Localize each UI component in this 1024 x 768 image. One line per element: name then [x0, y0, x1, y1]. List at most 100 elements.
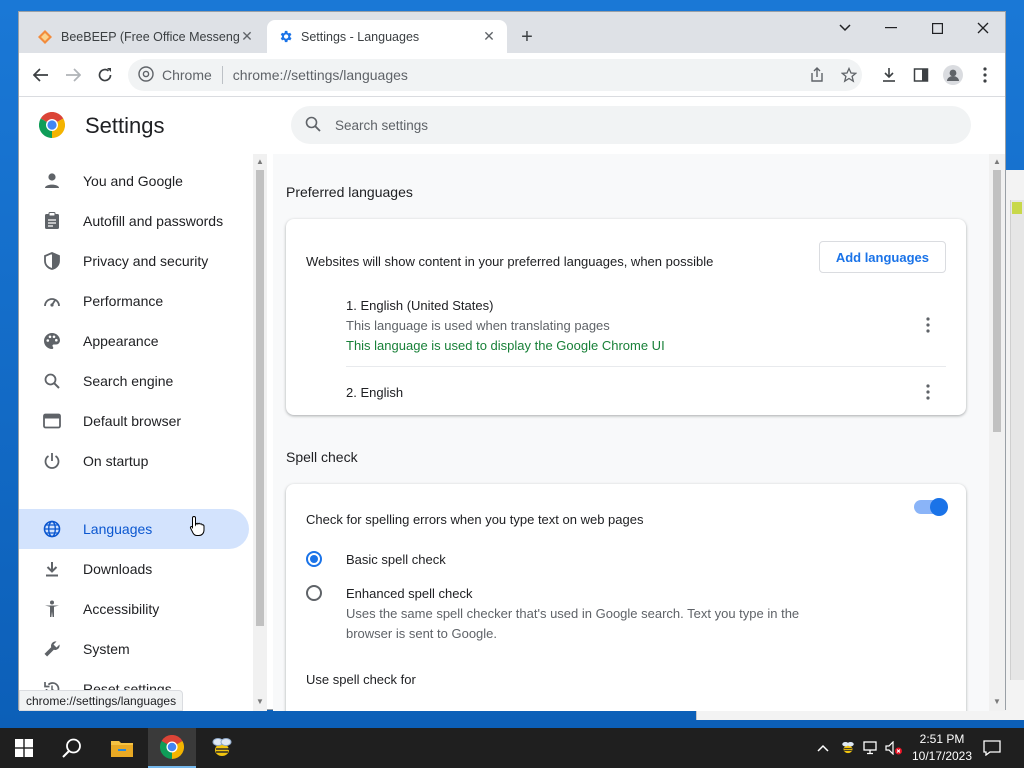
chrome-logo-icon — [38, 111, 66, 139]
sidebar-item-search-engine[interactable]: Search engine — [19, 361, 249, 401]
browser-window-icon — [41, 410, 63, 432]
speedometer-icon — [41, 290, 63, 312]
tab-title: Settings - Languages — [301, 29, 420, 44]
side-panel-icon[interactable] — [909, 63, 933, 87]
enhanced-spell-check-radio[interactable] — [306, 585, 322, 601]
bookmark-star-icon[interactable] — [837, 63, 861, 87]
share-icon[interactable] — [805, 63, 829, 87]
person-icon — [41, 170, 63, 192]
settings-search-input[interactable] — [335, 117, 935, 133]
browser-toolbar: Chrome chrome://settings/languages — [19, 53, 1005, 97]
sidebar-item-label: Accessibility — [83, 601, 160, 617]
url-text: chrome://settings/languages — [232, 67, 408, 83]
tab-beebeep[interactable]: BeeBEEP (Free Office Messenger) ✕ — [27, 20, 265, 53]
basic-spell-check-radio[interactable] — [306, 551, 322, 567]
minimize-button[interactable] — [871, 16, 911, 40]
close-window-button[interactable] — [963, 16, 1003, 40]
gear-icon — [277, 29, 293, 45]
tab-strip: BeeBEEP (Free Office Messenger) ✕ Settin… — [19, 12, 1005, 53]
toggle-knob — [930, 498, 948, 516]
sidebar-item-label: Performance — [83, 293, 164, 309]
sidebar-item-performance[interactable]: Performance — [19, 281, 249, 321]
language-divider — [346, 366, 946, 367]
windows-taskbar: 2:51 PM 10/17/2023 — [0, 728, 1024, 768]
sidebar-scroll-thumb[interactable] — [256, 170, 264, 626]
sidebar-item-autofill[interactable]: Autofill and passwords — [19, 201, 249, 241]
scroll-down-arrow-icon[interactable]: ▼ — [993, 698, 1001, 706]
link-status-bubble: chrome://settings/languages — [19, 690, 184, 711]
clock-time: 2:51 PM — [919, 732, 965, 746]
scroll-up-arrow-icon[interactable]: ▲ — [993, 158, 1001, 166]
language-ui-note: This language is used to display the Goo… — [346, 338, 665, 353]
maximize-button[interactable] — [917, 16, 957, 40]
close-tab-icon[interactable]: ✕ — [239, 28, 255, 45]
shield-icon — [41, 250, 63, 272]
section-title-spell-check: Spell check — [286, 449, 358, 465]
clock-date: 10/17/2023 — [911, 749, 973, 763]
taskbar-search-icon[interactable] — [48, 728, 96, 768]
taskbar-clock[interactable]: 2:51 PM 10/17/2023 — [900, 731, 984, 765]
back-button[interactable] — [29, 63, 53, 87]
reload-button[interactable] — [93, 63, 117, 87]
network-icon[interactable] — [861, 728, 881, 768]
beebeep-taskbar-icon[interactable] — [198, 728, 246, 768]
more-options-icon[interactable] — [918, 382, 938, 402]
notification-center-icon[interactable] — [980, 728, 1004, 768]
more-options-icon[interactable] — [918, 315, 938, 335]
sidebar-item-languages[interactable]: Languages — [19, 509, 249, 549]
beebeep-icon — [37, 29, 53, 45]
settings-sidebar: You and Google Autofill and passwords Pr… — [19, 154, 267, 711]
file-explorer-icon[interactable] — [98, 728, 146, 768]
omnibox-separator — [221, 66, 223, 84]
preferred-languages-card: Websites will show content in your prefe… — [286, 219, 966, 415]
sidebar-item-label: Search engine — [83, 373, 174, 389]
sidebar-item-label: Languages — [83, 521, 153, 537]
settings-search-box[interactable] — [291, 106, 971, 144]
sidebar-scrollbar[interactable]: ▲ ▼ — [253, 154, 267, 711]
background-window-icon — [1012, 202, 1022, 214]
language-name: 1. English (United States) — [346, 298, 494, 313]
sidebar-item-on-startup[interactable]: On startup — [19, 441, 249, 481]
sidebar-item-label: System — [83, 641, 130, 657]
sidebar-item-privacy[interactable]: Privacy and security — [19, 241, 249, 281]
languages-description: Websites will show content in your prefe… — [306, 254, 714, 269]
sidebar-item-accessibility[interactable]: Accessibility — [19, 589, 249, 629]
spell-check-card: Check for spelling errors when you type … — [286, 484, 966, 711]
sidebar-item-downloads[interactable]: Downloads — [19, 549, 249, 589]
downloads-icon[interactable] — [877, 63, 901, 87]
more-menu-icon[interactable] — [973, 63, 997, 87]
settings-header: Settings — [19, 98, 1005, 154]
content-scrollbar[interactable]: ▲ ▼ — [989, 154, 1005, 711]
scroll-down-arrow-icon[interactable]: ▼ — [256, 698, 264, 706]
sidebar-item-label: Default browser — [83, 413, 182, 429]
basic-spell-check-label: Basic spell check — [346, 552, 446, 567]
start-button[interactable] — [0, 728, 48, 768]
close-tab-icon[interactable]: ✕ — [481, 28, 497, 45]
globe-icon — [41, 518, 63, 540]
address-bar[interactable]: Chrome chrome://settings/languages — [128, 59, 862, 91]
forward-button[interactable] — [61, 63, 85, 87]
taskbar-chrome-icon[interactable] — [148, 728, 196, 768]
site-chip-label: Chrome — [162, 67, 212, 83]
tab-search-icon[interactable] — [825, 16, 865, 40]
tray-overflow-chevron-icon[interactable] — [812, 728, 834, 768]
spell-check-toggle[interactable] — [914, 498, 948, 516]
sidebar-item-label: Autofill and passwords — [83, 213, 224, 229]
new-tab-button[interactable]: + — [516, 26, 538, 48]
sidebar-item-label: On startup — [83, 453, 149, 469]
scroll-up-arrow-icon[interactable]: ▲ — [256, 158, 264, 166]
content-scroll-thumb[interactable] — [993, 170, 1001, 432]
search-icon — [41, 370, 63, 392]
sidebar-item-appearance[interactable]: Appearance — [19, 321, 249, 361]
search-icon — [305, 116, 321, 135]
sidebar-item-label: Downloads — [83, 561, 153, 577]
enhanced-spell-check-description: browser is sent to Google. — [346, 626, 498, 641]
beebeep-tray-icon[interactable] — [838, 728, 858, 768]
profile-avatar-icon[interactable] — [941, 63, 965, 87]
sidebar-item-default-browser[interactable]: Default browser — [19, 401, 249, 441]
add-languages-button[interactable]: Add languages — [818, 241, 946, 273]
sidebar-item-system[interactable]: System — [19, 629, 249, 669]
tab-settings-languages[interactable]: Settings - Languages ✕ — [267, 20, 507, 53]
enhanced-spell-check-description: Uses the same spell checker that's used … — [346, 606, 800, 621]
sidebar-item-you-and-google[interactable]: You and Google — [19, 161, 249, 201]
